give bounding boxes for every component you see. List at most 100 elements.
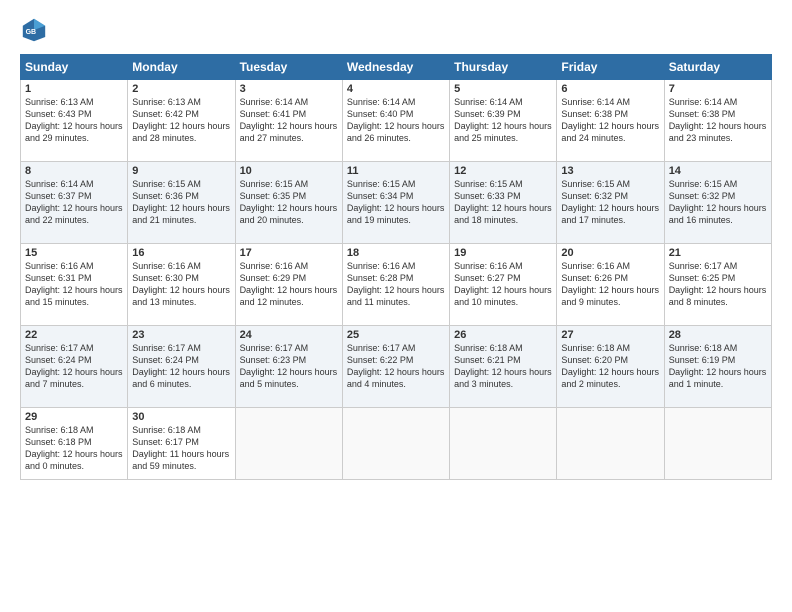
daylight-text: Daylight: 12 hours hours <box>347 366 445 378</box>
cell-sun-info: Sunrise: 6:17 AMSunset: 6:24 PMDaylight:… <box>132 342 230 391</box>
daylight-text: Daylight: 12 hours hours <box>669 202 767 214</box>
sunset-text: Sunset: 6:42 PM <box>132 108 230 120</box>
sunset-text: Sunset: 6:39 PM <box>454 108 552 120</box>
calendar-cell: 8Sunrise: 6:14 AMSunset: 6:37 PMDaylight… <box>21 162 128 244</box>
daylight-text: Daylight: 12 hours hours <box>347 120 445 132</box>
day-number: 22 <box>25 329 123 341</box>
calendar-cell: 3Sunrise: 6:14 AMSunset: 6:41 PMDaylight… <box>235 80 342 162</box>
calendar-cell: 30Sunrise: 6:18 AMSunset: 6:17 PMDayligh… <box>128 408 235 480</box>
daylight-minutes-text: and 20 minutes. <box>240 214 338 226</box>
cell-sun-info: Sunrise: 6:17 AMSunset: 6:23 PMDaylight:… <box>240 342 338 391</box>
sunrise-text: Sunrise: 6:17 AM <box>132 342 230 354</box>
daylight-text: Daylight: 12 hours hours <box>240 366 338 378</box>
sunrise-text: Sunrise: 6:13 AM <box>132 96 230 108</box>
day-number: 15 <box>25 247 123 259</box>
cell-sun-info: Sunrise: 6:14 AMSunset: 6:37 PMDaylight:… <box>25 178 123 227</box>
weekday-header: Sunday <box>21 55 128 80</box>
calendar-cell <box>664 408 771 480</box>
sunset-text: Sunset: 6:43 PM <box>25 108 123 120</box>
daylight-text: Daylight: 12 hours hours <box>132 120 230 132</box>
daylight-minutes-text: and 19 minutes. <box>347 214 445 226</box>
daylight-minutes-text: and 3 minutes. <box>454 378 552 390</box>
calendar-cell: 27Sunrise: 6:18 AMSunset: 6:20 PMDayligh… <box>557 326 664 408</box>
day-number: 4 <box>347 83 445 95</box>
calendar-cell: 19Sunrise: 6:16 AMSunset: 6:27 PMDayligh… <box>450 244 557 326</box>
daylight-text: Daylight: 12 hours hours <box>25 448 123 460</box>
day-number: 27 <box>561 329 659 341</box>
calendar-cell: 25Sunrise: 6:17 AMSunset: 6:22 PMDayligh… <box>342 326 449 408</box>
daylight-minutes-text: and 28 minutes. <box>132 132 230 144</box>
cell-sun-info: Sunrise: 6:17 AMSunset: 6:24 PMDaylight:… <box>25 342 123 391</box>
day-number: 17 <box>240 247 338 259</box>
daylight-minutes-text: and 9 minutes. <box>561 296 659 308</box>
sunrise-text: Sunrise: 6:15 AM <box>132 178 230 190</box>
sunset-text: Sunset: 6:19 PM <box>669 354 767 366</box>
daylight-text: Daylight: 12 hours hours <box>561 202 659 214</box>
day-number: 7 <box>669 83 767 95</box>
cell-sun-info: Sunrise: 6:18 AMSunset: 6:21 PMDaylight:… <box>454 342 552 391</box>
daylight-minutes-text: and 12 minutes. <box>240 296 338 308</box>
sunrise-text: Sunrise: 6:16 AM <box>25 260 123 272</box>
daylight-text: Daylight: 12 hours hours <box>25 202 123 214</box>
calendar-cell: 22Sunrise: 6:17 AMSunset: 6:24 PMDayligh… <box>21 326 128 408</box>
day-number: 10 <box>240 165 338 177</box>
day-number: 14 <box>669 165 767 177</box>
sunset-text: Sunset: 6:38 PM <box>561 108 659 120</box>
calendar-cell: 18Sunrise: 6:16 AMSunset: 6:28 PMDayligh… <box>342 244 449 326</box>
sunset-text: Sunset: 6:28 PM <box>347 272 445 284</box>
calendar-cell <box>342 408 449 480</box>
logo: GB <box>20 16 52 44</box>
day-number: 16 <box>132 247 230 259</box>
calendar-week-row: 22Sunrise: 6:17 AMSunset: 6:24 PMDayligh… <box>21 326 772 408</box>
daylight-text: Daylight: 11 hours hours <box>132 448 230 460</box>
sunrise-text: Sunrise: 6:15 AM <box>240 178 338 190</box>
daylight-text: Daylight: 12 hours hours <box>561 366 659 378</box>
sunrise-text: Sunrise: 6:14 AM <box>347 96 445 108</box>
daylight-minutes-text: and 29 minutes. <box>25 132 123 144</box>
sunrise-text: Sunrise: 6:14 AM <box>240 96 338 108</box>
sunset-text: Sunset: 6:17 PM <box>132 436 230 448</box>
daylight-minutes-text: and 23 minutes. <box>669 132 767 144</box>
daylight-minutes-text: and 24 minutes. <box>561 132 659 144</box>
calendar-week-row: 1 Sunrise: 6:13 AM Sunset: 6:43 PM Daylight… <box>21 80 772 162</box>
sunrise-text: Sunrise: 6:17 AM <box>240 342 338 354</box>
cell-sun-info: Sunrise: 6:14 AMSunset: 6:38 PMDaylight:… <box>561 96 659 145</box>
calendar-cell: 1Sunrise: 6:13 AMSunset: 6:43 PMDaylight… <box>21 80 128 162</box>
day-number: 6 <box>561 83 659 95</box>
day-number: 1 <box>25 83 123 95</box>
sunset-text: Sunset: 6:27 PM <box>454 272 552 284</box>
calendar-cell: 26Sunrise: 6:18 AMSunset: 6:21 PMDayligh… <box>450 326 557 408</box>
sunset-text: Sunset: 6:20 PM <box>561 354 659 366</box>
calendar-cell: 7Sunrise: 6:14 AMSunset: 6:38 PMDaylight… <box>664 80 771 162</box>
sunrise-text: Sunrise: 6:14 AM <box>25 178 123 190</box>
daylight-text: Daylight: 12 hours hours <box>669 284 767 296</box>
daylight-minutes-text: and 11 minutes. <box>347 296 445 308</box>
sunset-text: Sunset: 6:22 PM <box>347 354 445 366</box>
daylight-text: Daylight: 12 hours hours <box>561 284 659 296</box>
daylight-minutes-text: and 5 minutes. <box>240 378 338 390</box>
sunrise-text: Sunrise: 6:17 AM <box>347 342 445 354</box>
sunset-text: Sunset: 6:37 PM <box>25 190 123 202</box>
day-number: 19 <box>454 247 552 259</box>
day-number: 29 <box>25 411 123 423</box>
cell-sun-info: Sunrise: 6:14 AMSunset: 6:39 PMDaylight:… <box>454 96 552 145</box>
calendar-cell: 20Sunrise: 6:16 AMSunset: 6:26 PMDayligh… <box>557 244 664 326</box>
calendar-week-row: 29Sunrise: 6:18 AMSunset: 6:18 PMDayligh… <box>21 408 772 480</box>
sunrise-text: Sunrise: 6:18 AM <box>561 342 659 354</box>
daylight-minutes-text: and 0 minutes. <box>25 460 123 472</box>
cell-sun-info: Sunrise: 6:16 AMSunset: 6:29 PMDaylight:… <box>240 260 338 309</box>
day-number: 3 <box>240 83 338 95</box>
daylight-text: Daylight: 12 hours hours <box>132 366 230 378</box>
calendar-cell: 16Sunrise: 6:16 AMSunset: 6:30 PMDayligh… <box>128 244 235 326</box>
sunrise-text: Sunrise: 6:16 AM <box>240 260 338 272</box>
sunrise-text: Sunrise: 6:16 AM <box>132 260 230 272</box>
daylight-minutes-text: and 13 minutes. <box>132 296 230 308</box>
logo-icon: GB <box>20 16 48 44</box>
sunset-text: Sunset: 6:35 PM <box>240 190 338 202</box>
calendar-cell: 6Sunrise: 6:14 AMSunset: 6:38 PMDaylight… <box>557 80 664 162</box>
calendar-cell: 13Sunrise: 6:15 AMSunset: 6:32 PMDayligh… <box>557 162 664 244</box>
day-number: 23 <box>132 329 230 341</box>
daylight-minutes-text: and 1 minute. <box>669 378 767 390</box>
cell-sun-info: Sunrise: 6:17 AMSunset: 6:25 PMDaylight:… <box>669 260 767 309</box>
daylight-text: Daylight: 12 hours hours <box>132 284 230 296</box>
